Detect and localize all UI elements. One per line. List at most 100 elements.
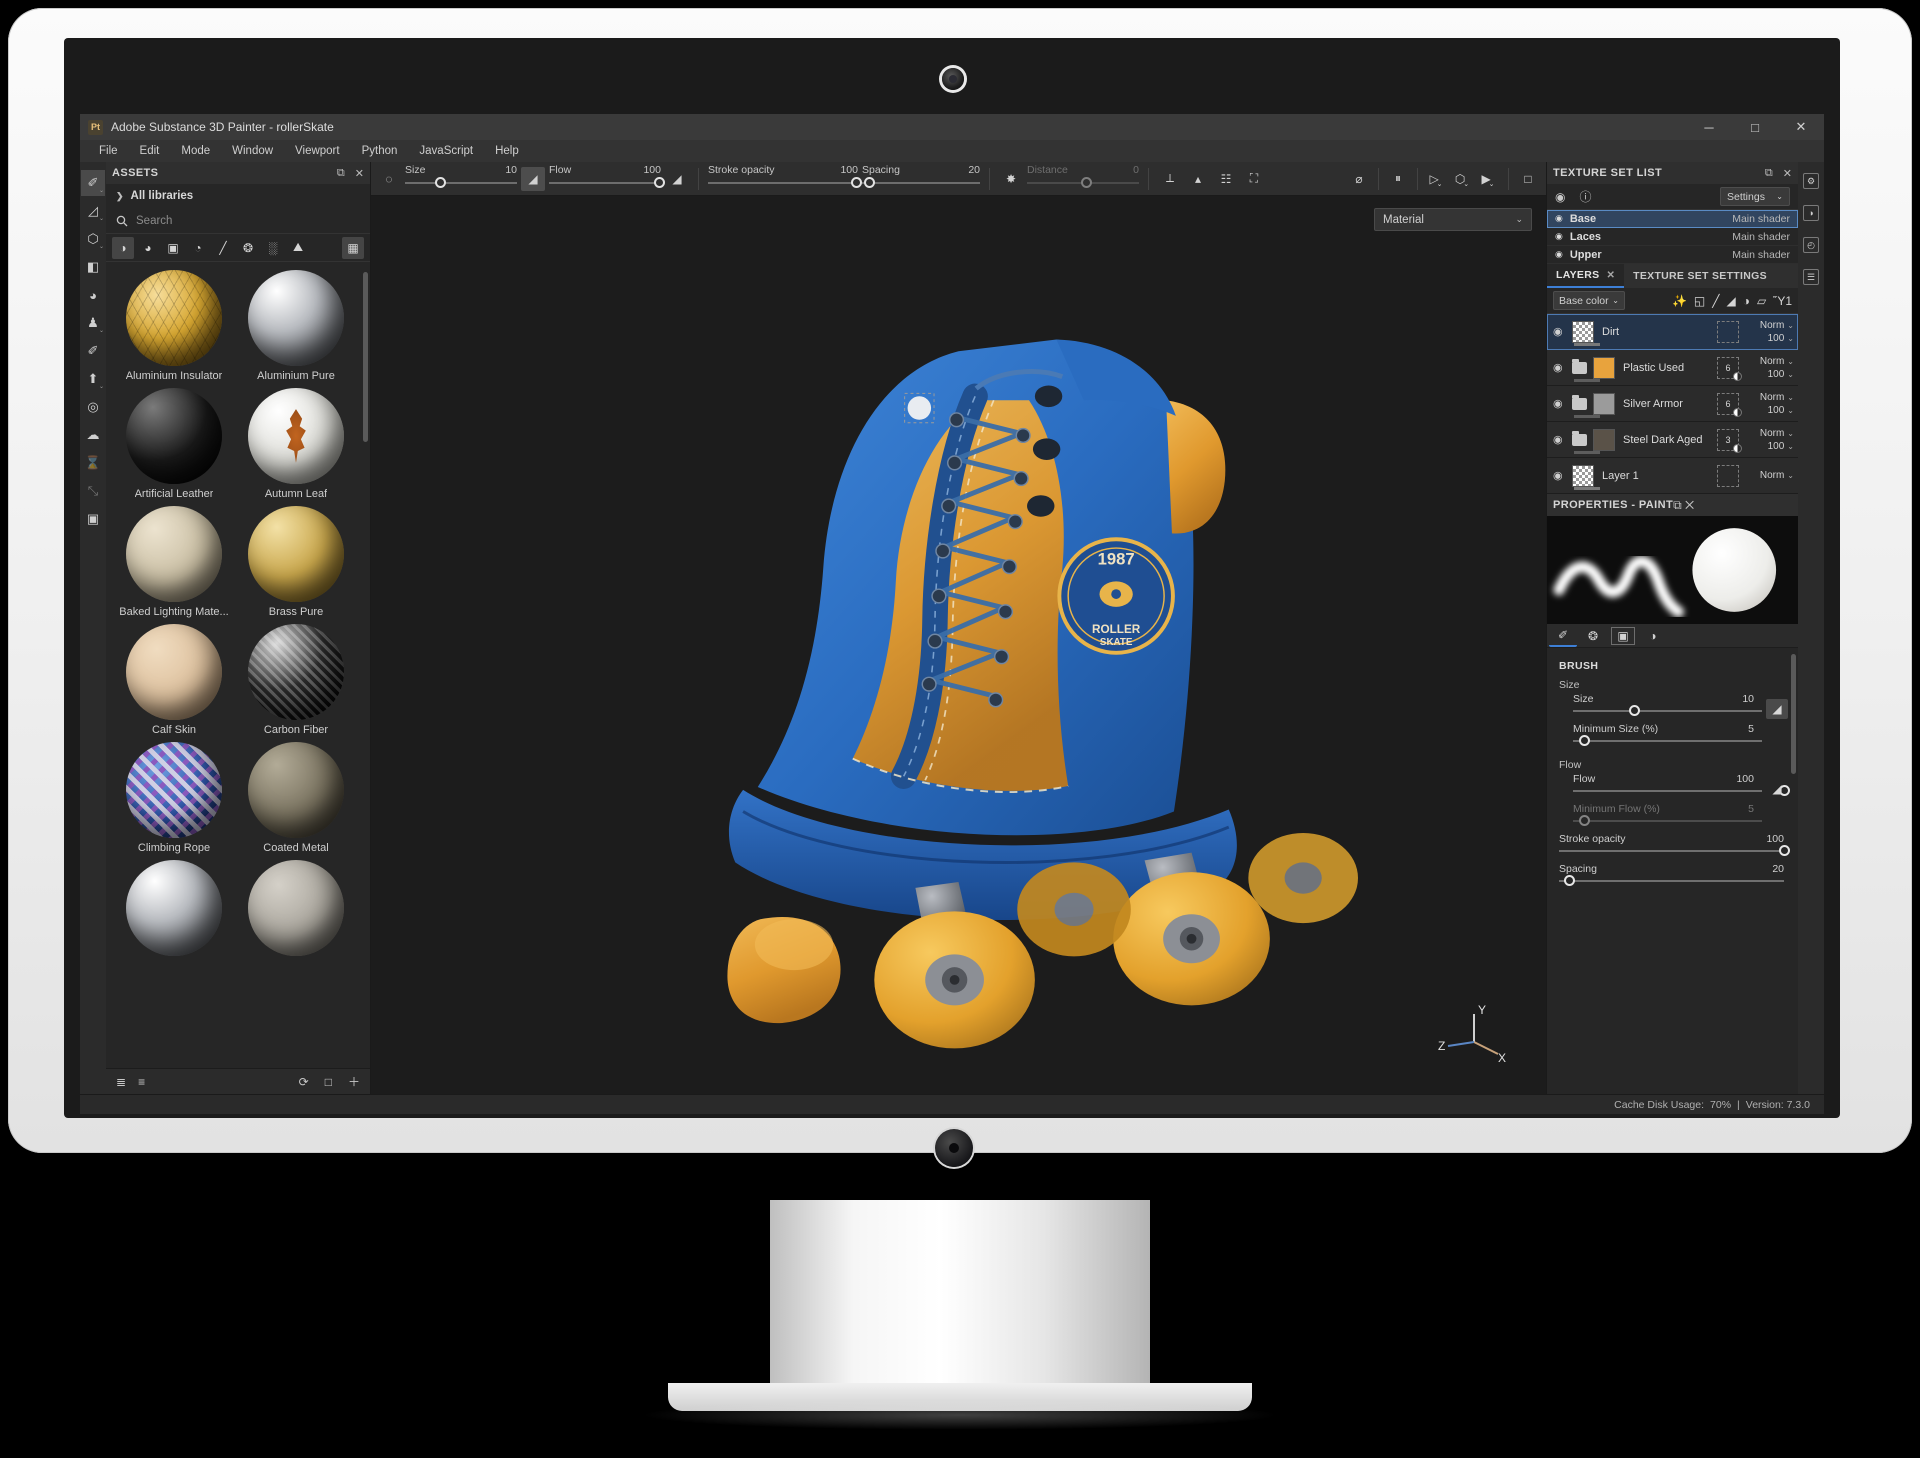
stencil-tab-icon[interactable]: ◑ xyxy=(1639,625,1667,647)
eye-icon[interactable]: ◉ xyxy=(1553,397,1566,410)
particles-tool[interactable]: ◎ xyxy=(81,394,105,420)
eyedropper-tool[interactable]: ✐ xyxy=(81,338,105,364)
layer-mask-slot[interactable] xyxy=(1717,320,1739,343)
property-slider[interactable]: Stroke opacity 100 xyxy=(1559,833,1790,863)
shader-mode-dropdown[interactable]: Material ⌄ xyxy=(1374,208,1532,231)
spacing-slider[interactable]: Spacing 20 xyxy=(862,164,980,194)
filter-all[interactable]: ◑ xyxy=(112,236,134,259)
add-smart-mask-icon[interactable]: ◑ xyxy=(1743,294,1750,308)
asset-item[interactable]: Carbon Fiber xyxy=(240,624,352,736)
log-icon[interactable]: ☰ xyxy=(1800,266,1822,288)
transform-tool[interactable]: ⤡ xyxy=(81,478,105,504)
layer-row[interactable]: ◉ Silver Armor 6 Norm ⌄ 100 ⌄ xyxy=(1547,386,1798,422)
flow-pressure-icon[interactable]: ◢ xyxy=(665,167,689,191)
minimize-button[interactable]: ─ xyxy=(1686,114,1732,140)
properties-close-icon[interactable]: ✕ xyxy=(1685,498,1694,512)
menu-python[interactable]: Python xyxy=(351,140,409,162)
delete-layer-icon[interactable]: Ὕ1 xyxy=(1773,294,1792,308)
search-input[interactable] xyxy=(136,214,316,227)
asset-item[interactable]: Calf Skin xyxy=(118,624,230,736)
eye-icon[interactable]: ◉ xyxy=(1555,231,1563,242)
texture-set-settings-dropdown[interactable]: Settings ⌄ xyxy=(1720,187,1790,206)
add-folder-icon[interactable]: ▱ xyxy=(1757,294,1766,308)
asset-item[interactable]: Artificial Leather xyxy=(118,388,230,500)
menu-help[interactable]: Help xyxy=(484,140,530,162)
list-view-icon[interactable]: ≣ xyxy=(116,1075,126,1089)
toggle-visibility-all-icon[interactable]: ◉ xyxy=(1555,190,1565,204)
menu-mode[interactable]: Mode xyxy=(170,140,221,162)
layer-row[interactable]: ◉ Steel Dark Aged 3 Norm ⌄ 100 ⌄ xyxy=(1547,422,1798,458)
folder-icon[interactable]: □ xyxy=(325,1075,332,1089)
size-pressure-icon[interactable]: ◢ xyxy=(521,166,545,191)
property-slider[interactable]: Minimum Size (%) 5 xyxy=(1573,723,1788,753)
texture-set-row[interactable]: ◉ Upper Main shader xyxy=(1547,246,1798,264)
size-slider[interactable]: Size 10 xyxy=(405,164,517,194)
filter-textures[interactable]: ░ xyxy=(262,237,284,259)
maximize-button[interactable]: □ xyxy=(1732,114,1778,140)
add-fill-layer-icon[interactable]: ◱ xyxy=(1694,294,1705,308)
menu-window[interactable]: Window xyxy=(221,140,284,162)
grid-view-toggle[interactable]: ▦ xyxy=(342,236,364,259)
material-mode-icon[interactable]: ⬡ ⌄ xyxy=(1451,167,1475,191)
pressure-toggle-icon[interactable]: ◢ xyxy=(1766,779,1788,799)
pressure-toggle-icon[interactable]: ◢ xyxy=(1766,699,1788,719)
texture-set-list-close-icon[interactable]: ✕ xyxy=(1783,167,1792,180)
flow-slider[interactable]: Flow 100 xyxy=(549,164,666,194)
property-slider[interactable]: Spacing 20 xyxy=(1559,863,1788,893)
tiling-icon[interactable]: ☷ xyxy=(1214,167,1238,191)
screenshot-icon[interactable]: □ xyxy=(1516,167,1540,191)
layer-blend-mode[interactable]: Norm ⌄ xyxy=(1760,356,1794,367)
refresh-icon[interactable]: ⟳ xyxy=(299,1075,309,1089)
eye-icon[interactable]: ◉ xyxy=(1555,249,1563,260)
pause-render-icon[interactable]: ⏸ xyxy=(1386,167,1410,191)
eye-icon[interactable]: ◉ xyxy=(1553,469,1566,482)
properties-dock-icon[interactable]: ⧉ xyxy=(1673,498,1682,512)
clone-tool[interactable]: ♟ ⌄ xyxy=(81,310,105,336)
property-slider[interactable]: Minimum Flow (%) 5 xyxy=(1573,803,1788,833)
texture-set-info-icon[interactable]: ⓘ xyxy=(1579,188,1591,205)
eye-icon[interactable]: ◉ xyxy=(1553,325,1566,338)
layer-row[interactable]: ◉ Layer 1 Norm ⌄ xyxy=(1547,458,1798,494)
menu-file[interactable]: File xyxy=(88,140,129,162)
stroke-opacity-slider[interactable]: Stroke opacity 100 xyxy=(708,164,862,194)
camera-bookmark-icon[interactable]: ▶ ⌄ xyxy=(1477,167,1501,191)
layer-blend-mode[interactable]: Norm ⌄ xyxy=(1760,428,1794,439)
eye-icon[interactable]: ◉ xyxy=(1553,433,1566,446)
history-icon[interactable]: ◴ xyxy=(1800,234,1822,256)
property-slider[interactable]: Flow 100 ◢ xyxy=(1573,773,1791,803)
brush-tab-icon[interactable]: ✐ xyxy=(1549,625,1577,647)
texture-set-list-dock-icon[interactable]: ⧉ xyxy=(1765,167,1773,180)
tab-layers-close-icon[interactable]: ✕ xyxy=(1606,270,1615,281)
layer-mask-slot[interactable]: 6 xyxy=(1717,356,1742,381)
add-mask-icon[interactable]: ◢ xyxy=(1727,294,1736,308)
projection-tool[interactable]: ⬡ ⌄ xyxy=(81,226,105,252)
distance-slider[interactable]: Distance 0 xyxy=(1027,164,1139,194)
export-tool[interactable]: ⬆ ⌄ xyxy=(81,366,105,392)
asset-item[interactable]: Aluminium Pure xyxy=(240,270,352,382)
eye-icon[interactable]: ◉ xyxy=(1553,361,1566,374)
asset-item[interactable]: Brass Pure xyxy=(240,506,352,618)
assets-scrollbar[interactable] xyxy=(363,272,368,442)
menu-javascript[interactable]: JavaScript xyxy=(408,140,484,162)
channel-dropdown[interactable]: Base color ⌄ xyxy=(1553,291,1625,310)
property-slider[interactable]: Size 10 ◢ xyxy=(1573,693,1788,723)
display-settings-icon[interactable]: ⚙ xyxy=(1800,170,1822,192)
filter-brushes[interactable]: ╱ xyxy=(212,237,234,259)
layer-opacity[interactable]: 100 ⌄ xyxy=(1768,369,1794,380)
tab-layers[interactable]: LAYERS ✕ xyxy=(1547,264,1625,288)
detail-view-icon[interactable]: ≡ xyxy=(138,1075,145,1089)
add-icon[interactable]: ＋ xyxy=(348,1073,360,1090)
menu-edit[interactable]: Edit xyxy=(129,140,171,162)
eye-icon[interactable]: ◉ xyxy=(1555,213,1563,224)
add-paint-layer-icon[interactable]: ╱ xyxy=(1712,294,1719,308)
layer-row[interactable]: ◉ Plastic Used 6 Norm ⌄ 100 ⌄ xyxy=(1547,350,1798,386)
filter-environments[interactable]: ⛰ xyxy=(287,237,309,259)
paint-tool[interactable]: ✐ ⌄ xyxy=(81,170,105,196)
scatter-icon[interactable]: ✸ xyxy=(999,167,1023,191)
perspective-camera-icon[interactable]: ▷ ⌄ xyxy=(1425,167,1449,191)
bake-tool[interactable]: ⌛ xyxy=(81,450,105,476)
layer-blend-mode[interactable]: Norm ⌄ xyxy=(1760,320,1794,331)
properties-scrollbar[interactable] xyxy=(1791,654,1796,774)
all-libraries-row[interactable]: ❯ All libraries xyxy=(106,184,370,208)
layer-opacity[interactable]: 100 ⌄ xyxy=(1768,441,1794,452)
